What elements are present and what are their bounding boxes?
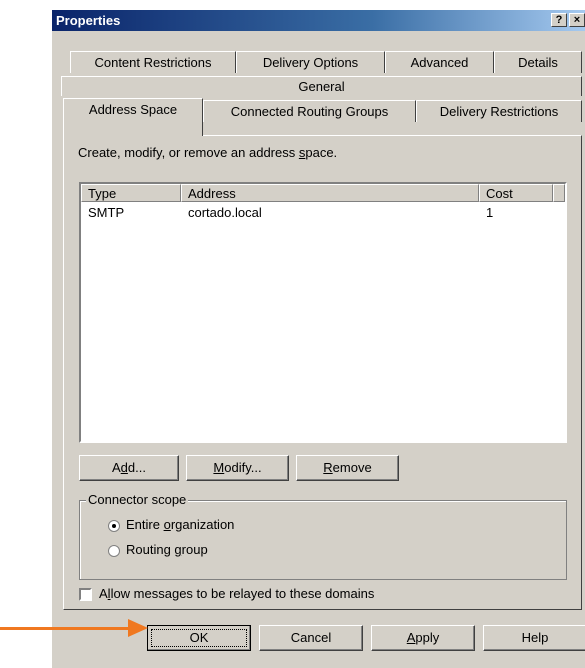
tab-delivery-options[interactable]: Delivery Options — [236, 51, 385, 73]
tab-details[interactable]: Details — [494, 51, 582, 73]
routing-group-radio[interactable] — [108, 545, 120, 557]
modify-button[interactable]: Modify... — [186, 455, 289, 481]
column-header-filler — [553, 184, 565, 202]
close-icon[interactable]: × — [569, 13, 585, 27]
column-header-address[interactable]: Address — [181, 184, 479, 202]
allow-relay-checkbox[interactable] — [79, 588, 92, 601]
tab-address-space[interactable]: Address Space — [63, 98, 203, 136]
tab-delivery-restrictions[interactable]: Delivery Restrictions — [416, 100, 582, 122]
tab-connected-routing-groups[interactable]: Connected Routing Groups — [203, 100, 416, 122]
annotation-arrow-line — [0, 627, 132, 630]
help-icon[interactable]: ? — [551, 13, 567, 27]
connector-scope-legend: Connector scope — [86, 492, 189, 507]
instruction-text: Create, modify, or remove an address spa… — [78, 145, 338, 160]
address-space-list[interactable]: Type Address Cost SMTP cortado.local 1 — [79, 182, 567, 443]
allow-relay-label[interactable]: Allow messages to be relayed to these do… — [99, 586, 374, 601]
annotation-arrow-icon — [128, 619, 148, 637]
row-address: cortado.local — [188, 205, 262, 220]
column-header-cost[interactable]: Cost — [479, 184, 553, 202]
row-cost: 1 — [486, 205, 494, 220]
row-type: SMTP — [88, 205, 125, 220]
column-header-type[interactable]: Type — [81, 184, 181, 202]
tab-content-restrictions[interactable]: Content Restrictions — [70, 51, 236, 73]
remove-button[interactable]: Remove — [296, 455, 399, 481]
ok-button[interactable]: OK — [147, 625, 251, 651]
add-button[interactable]: Add... — [79, 455, 179, 481]
cancel-button[interactable]: Cancel — [259, 625, 363, 651]
apply-button[interactable]: Apply — [371, 625, 475, 651]
window-title: Properties — [56, 13, 121, 28]
title-bar: Properties ? × — [52, 10, 585, 31]
radio-selected-dot — [112, 524, 116, 528]
routing-group-label[interactable]: Routing group — [126, 542, 208, 557]
properties-dialog: Properties ? × Content Restrictions Deli… — [51, 9, 585, 668]
help-button[interactable]: Help — [483, 625, 585, 651]
entire-organization-label[interactable]: Entire organization — [126, 517, 234, 532]
connector-scope-group: Connector scope Entire organization Rout… — [79, 492, 567, 580]
entire-organization-radio[interactable] — [108, 520, 120, 532]
tab-general[interactable]: General — [61, 76, 582, 96]
tab-advanced[interactable]: Advanced — [385, 51, 494, 73]
